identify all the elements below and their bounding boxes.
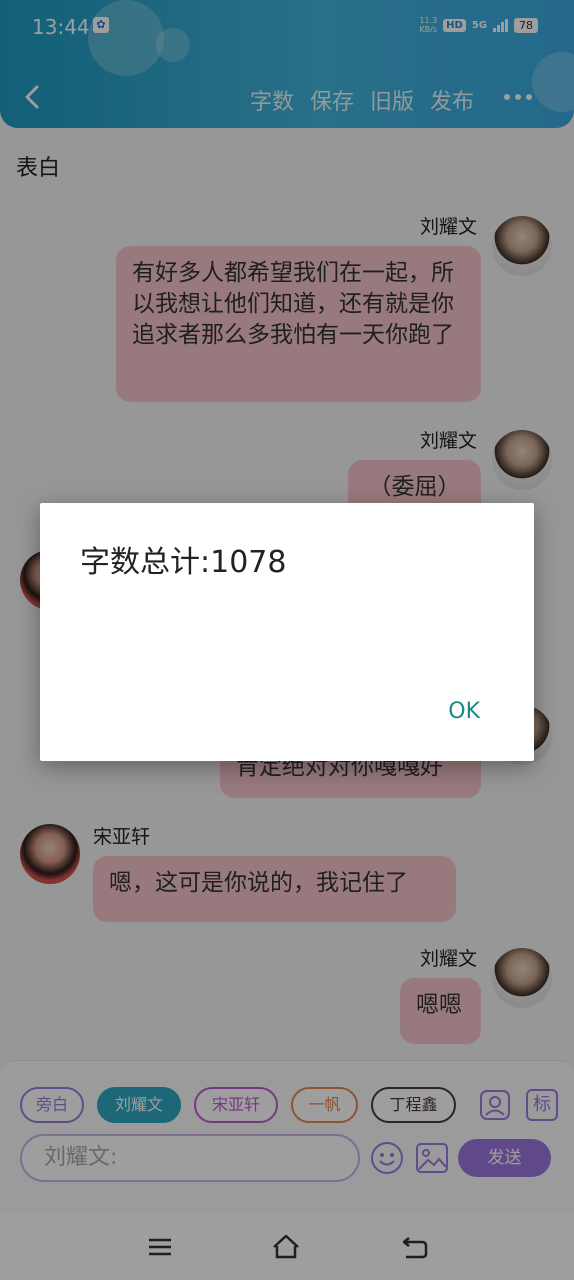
dialog-message: 字数总计:1078 bbox=[80, 545, 287, 580]
ok-button[interactable]: OK bbox=[448, 699, 480, 724]
word-count-dialog: 字数总计:1078 OK bbox=[40, 503, 534, 761]
